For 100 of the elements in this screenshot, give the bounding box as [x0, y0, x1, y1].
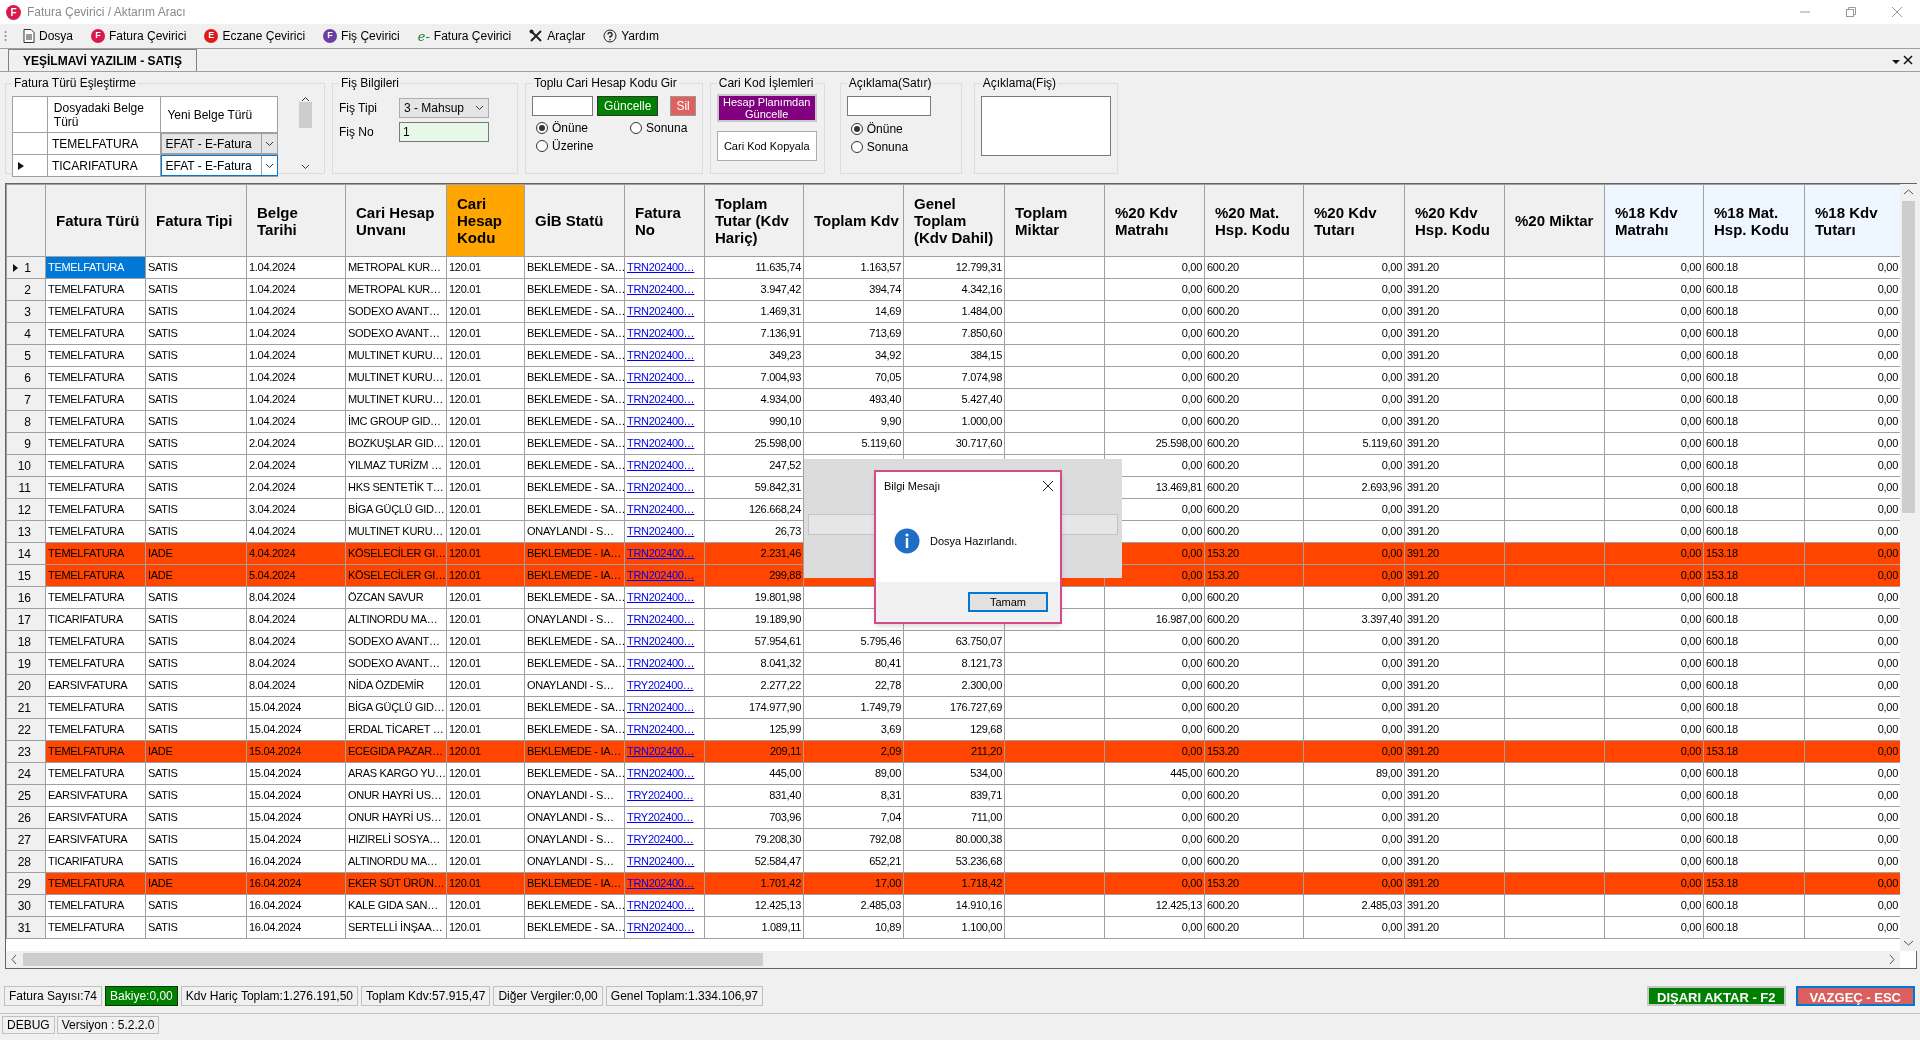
radio-option[interactable]: Üzerine: [536, 137, 630, 155]
export-button[interactable]: DIŞARI AKTAR - F2: [1647, 986, 1786, 1006]
menu-item[interactable]: E Eczane Çevirici: [202, 26, 308, 46]
type-dropdown[interactable]: EFAT - E-Fatura: [161, 155, 278, 176]
table-cell: SODEXO AVANT…: [345, 300, 447, 323]
close-icon[interactable]: [1042, 480, 1054, 492]
update-from-plan-button[interactable]: Hesap Planımdan Güncelle: [716, 94, 817, 122]
table-cell: 25.598,00: [1104, 432, 1205, 455]
receipt-type-dropdown[interactable]: 3 - Mahsup: [399, 98, 489, 118]
column-header[interactable]: %20 Kdv Hsp. Kodu: [1404, 184, 1505, 257]
row-number: 26: [17, 809, 31, 827]
column-header[interactable]: Toplam Tutar (Kdv Hariç): [704, 184, 804, 257]
field-label: Fiş Tipi: [339, 100, 378, 117]
column-header[interactable]: Genel Toplam (Kdv Dahil): [903, 184, 1005, 257]
table-cell: SATIS: [145, 476, 247, 499]
status-item: Versiyon : 5.2.2.0: [56, 1015, 160, 1034]
table-cell: 391.20: [1404, 564, 1505, 587]
column-header[interactable]: %18 Mat. Hsp. Kodu: [1703, 184, 1805, 257]
table-cell: 16.04.2024: [246, 850, 346, 873]
update-button[interactable]: Güncelle: [597, 96, 659, 116]
menu-item[interactable]: Yardım: [601, 26, 661, 46]
column-header[interactable]: Fatura No: [624, 184, 705, 257]
table-cell: SATIS: [145, 432, 247, 455]
table-cell: BEKLEMEDE - SA…: [524, 894, 625, 917]
table-cell: METROPAL KUR…: [345, 256, 447, 279]
table-cell: 391.20: [1404, 322, 1505, 345]
account-code-field[interactable]: [532, 96, 593, 116]
menu-item[interactable]: Dosya: [21, 26, 75, 46]
table-cell: 8.04.2024: [246, 674, 346, 697]
table-cell: 0,00: [1303, 278, 1405, 301]
column-header[interactable]: %18 Kdv Matrahı: [1604, 184, 1704, 257]
menu-item[interactable]: F Fatura Çevirici: [89, 26, 189, 46]
table-cell: 0,00: [1604, 652, 1704, 675]
column-header[interactable]: %20 Miktar: [1504, 184, 1605, 257]
table-cell: 120.01: [446, 762, 525, 785]
table-cell: ONAYLANDI - S…: [524, 674, 625, 697]
table-cell: 600.18: [1703, 586, 1805, 609]
table-cell: 391.20: [1404, 740, 1505, 763]
table-cell: 7.136,91: [704, 322, 804, 345]
table-cell: TEMELFATURA: [45, 630, 146, 653]
type-dropdown[interactable]: EFAT - E-Fatura: [161, 133, 278, 154]
column-header[interactable]: GİB Statü: [524, 184, 625, 257]
table-cell: TEMELFATURA: [45, 322, 146, 345]
column-header[interactable]: Fatura Tipi: [145, 184, 247, 257]
ok-button[interactable]: Tamam: [968, 592, 1048, 612]
table-cell: 0,00: [1104, 630, 1205, 653]
column-header[interactable]: Toplam Kdv: [803, 184, 904, 257]
table-cell: 1.04.2024: [246, 388, 346, 411]
table-cell: 600.18: [1703, 630, 1805, 653]
table-cell: 391.20: [1404, 344, 1505, 367]
table-cell: BEKLEMEDE - IA…: [524, 872, 625, 895]
column-header[interactable]: Fatura Türü: [45, 184, 146, 257]
copy-code-button[interactable]: Cari Kod Kopyala: [716, 131, 817, 161]
table-cell: 153.20: [1204, 872, 1304, 895]
table-cell: 0,00: [1303, 300, 1405, 323]
row-number: 27: [17, 831, 31, 849]
line-note-field[interactable]: [846, 96, 931, 116]
column-header[interactable]: %20 Kdv Matrahı: [1104, 184, 1205, 257]
column-header[interactable]: Cari Hesap Kodu: [446, 184, 525, 257]
table-cell: 0,00: [1604, 608, 1704, 631]
table-cell: TEMELFATURA: [45, 388, 146, 411]
table-cell: 0,00: [1604, 322, 1704, 345]
scroll-down-icon[interactable]: [301, 164, 310, 170]
radio-option[interactable]: Sonuna: [850, 138, 955, 156]
table-cell: 0,00: [1104, 366, 1205, 389]
table-cell: 120.01: [446, 696, 525, 719]
tab[interactable]: YEŞİLMAVİ YAZILIM - SATIŞ: [8, 49, 197, 71]
column-header[interactable]: %18 Kdv Tutarı: [1804, 184, 1900, 257]
menu-item[interactable]: e- Fatura Çevirici: [415, 26, 514, 46]
menu-item[interactable]: F Fiş Çevirici: [321, 26, 402, 46]
table-cell: MULTINET KURU…: [345, 366, 447, 389]
table-cell: 391.20: [1404, 388, 1505, 411]
table-cell: 600.18: [1703, 322, 1805, 345]
table-cell: 0,00: [1604, 454, 1704, 477]
column-header[interactable]: Toplam Miktar: [1004, 184, 1105, 257]
receipt-note-field[interactable]: [980, 96, 1111, 156]
column-header[interactable]: %20 Mat. Hsp. Kodu: [1204, 184, 1304, 257]
column-header[interactable]: Belge Tarihi: [246, 184, 346, 257]
table-cell: 600.20: [1204, 850, 1304, 873]
table-cell: 120.01: [446, 806, 525, 829]
table-cell: SATIS: [145, 388, 247, 411]
table-cell: SATIS: [145, 322, 247, 345]
table-cell: 120.01: [446, 586, 525, 609]
cancel-button[interactable]: VAZGEÇ - ESC: [1795, 986, 1915, 1006]
table-cell: IADE: [145, 542, 247, 565]
horizontal-scrollbar[interactable]: [6, 951, 1900, 968]
menu-item[interactable]: Araçlar: [527, 26, 588, 46]
table-cell: 0,00: [1303, 388, 1405, 411]
table-cell: 600.20: [1204, 696, 1304, 719]
table-cell: 0,00: [1303, 872, 1405, 895]
receipt-number-field[interactable]: 1: [399, 122, 489, 142]
radio-option[interactable]: Önüne: [850, 120, 955, 138]
table-cell: 174.977,90: [704, 696, 804, 719]
column-header[interactable]: Cari Hesap Unvanı: [345, 184, 447, 257]
column-header[interactable]: %20 Kdv Tutarı: [1303, 184, 1405, 257]
radio-option[interactable]: Sonuna: [630, 119, 696, 137]
table-cell: 394,74: [803, 278, 904, 301]
scroll-up-icon[interactable]: [301, 96, 310, 102]
radio-option[interactable]: Önüne: [536, 119, 630, 137]
table-cell: 0,00: [1303, 520, 1405, 543]
